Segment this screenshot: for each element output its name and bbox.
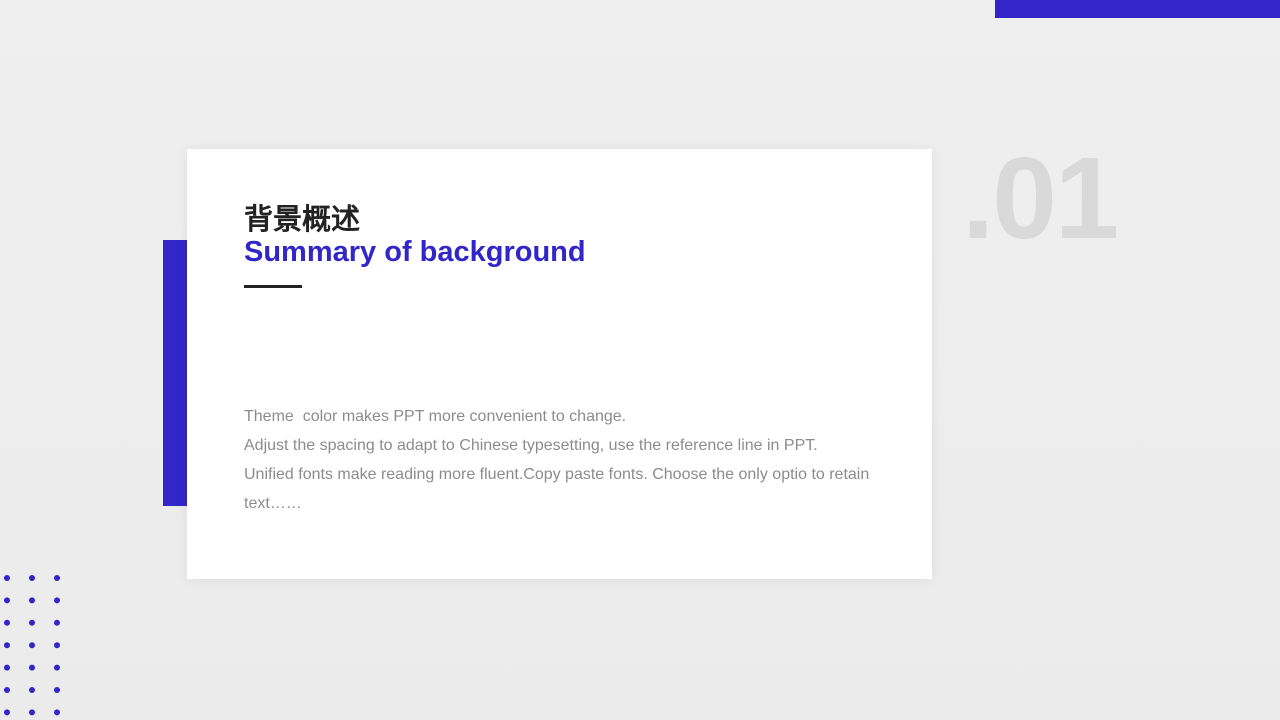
body-line: Adjust the spacing to adapt to Chinese t… <box>244 437 818 454</box>
title-divider <box>244 285 302 288</box>
decor-dot <box>4 642 10 649</box>
decor-dot <box>29 709 35 716</box>
decor-dot <box>54 642 60 649</box>
body-text: Theme color makes PPT more convenient to… <box>244 402 884 518</box>
body-line: Unified fonts make reading more fluent.C… <box>244 466 870 483</box>
decor-dot <box>4 575 10 581</box>
decor-dot <box>54 575 60 581</box>
decor-dot <box>4 597 10 604</box>
decor-dot <box>54 597 60 604</box>
decor-dot <box>54 687 60 693</box>
decor-dot <box>54 664 60 671</box>
top-accent-bar <box>995 0 1280 18</box>
decor-dot <box>4 619 10 626</box>
slide: 背景概述 Summary of background Theme color m… <box>0 0 1280 720</box>
body-line: text…… <box>244 495 302 512</box>
side-accent-bar <box>163 240 187 506</box>
decor-dot <box>4 709 10 716</box>
decor-dot <box>29 642 35 649</box>
decor-dot <box>29 664 35 671</box>
body-line: Theme color makes PPT more convenient to… <box>244 408 627 425</box>
decor-dot <box>29 687 35 693</box>
decor-dot <box>54 619 60 626</box>
title-chinese: 背景概述 <box>244 202 361 236</box>
title-english: Summary of background <box>244 236 586 268</box>
decor-dot <box>29 575 35 581</box>
decor-dot <box>4 664 10 671</box>
decor-dot <box>29 597 35 604</box>
section-number: .01 <box>962 133 1119 263</box>
decor-dot <box>4 687 10 693</box>
content-card: 背景概述 Summary of background Theme color m… <box>187 149 932 579</box>
decor-dot <box>29 619 35 626</box>
dot-grid-decoration <box>4 575 60 716</box>
decor-dot <box>54 709 60 716</box>
